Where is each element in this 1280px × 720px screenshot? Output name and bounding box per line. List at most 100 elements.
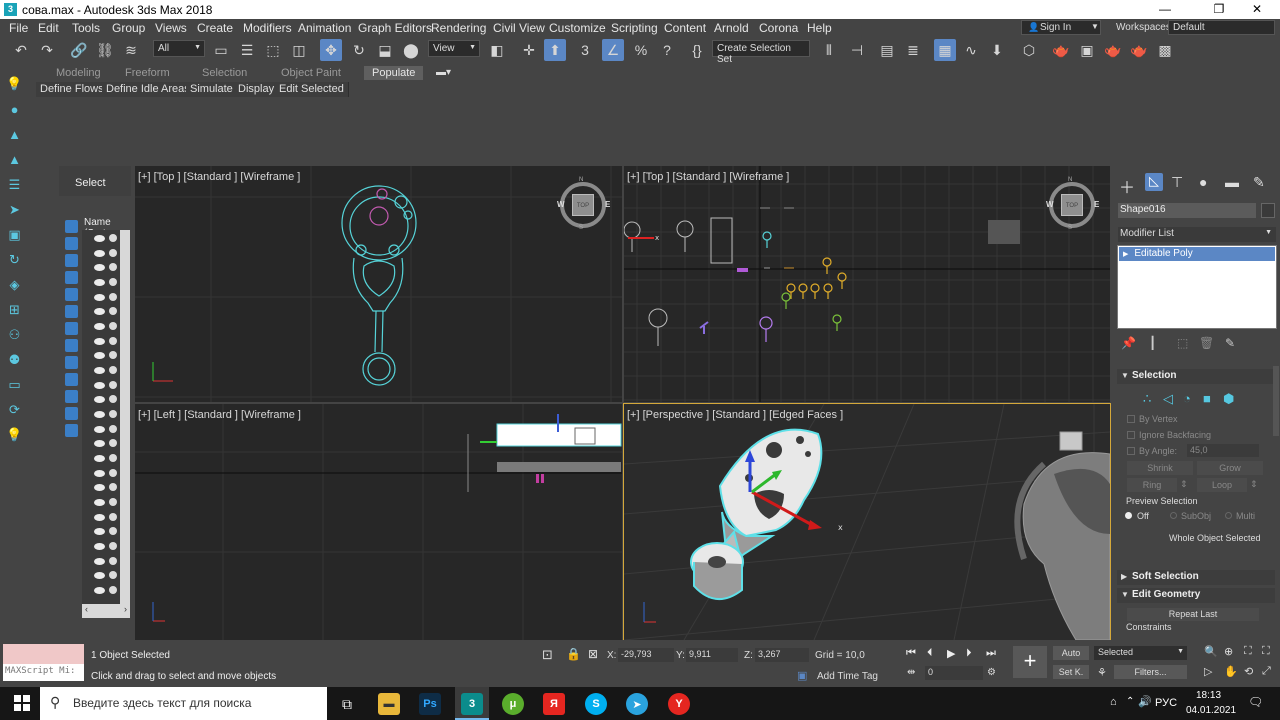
windows-start-icon[interactable] bbox=[14, 695, 30, 711]
previous-frame-icon[interactable]: ⏴ bbox=[927, 647, 933, 660]
person-icon[interactable]: ⚇ bbox=[6, 326, 23, 343]
angle-spinner[interactable]: 45,0 bbox=[1187, 444, 1259, 457]
align-icon[interactable]: ⊣ bbox=[846, 39, 868, 61]
notifications-icon[interactable]: 🗨 bbox=[1248, 695, 1263, 709]
menu-customize[interactable]: Customize bbox=[549, 21, 606, 35]
undo-icon[interactable]: ↶ bbox=[10, 39, 32, 61]
viewcube[interactable]: TOP N S W E bbox=[1046, 177, 1099, 231]
window-icon[interactable]: ▭ bbox=[6, 376, 23, 393]
menu-arnold[interactable]: Arnold bbox=[714, 21, 749, 35]
auto-key-button[interactable]: Auto bbox=[1053, 646, 1089, 660]
edge-icon[interactable]: ◁ bbox=[1163, 391, 1173, 407]
render-active-shade-icon[interactable]: ▩ bbox=[1154, 39, 1176, 61]
menu-graph-editors[interactable]: Graph Editors bbox=[358, 21, 432, 35]
subtab-define-idle-areas[interactable]: Define Idle Areas bbox=[102, 82, 195, 97]
rotate-icon[interactable]: ↻ bbox=[6, 251, 23, 268]
skype-icon[interactable]: S bbox=[585, 693, 607, 715]
box-icon[interactable]: ◈ bbox=[6, 276, 23, 293]
preview-multi-radio[interactable] bbox=[1225, 512, 1232, 519]
ring-button[interactable]: Ring bbox=[1127, 478, 1177, 492]
render-production-icon[interactable]: 🫖 bbox=[1102, 39, 1124, 61]
select-and-place-icon[interactable]: ⬤ bbox=[400, 39, 422, 61]
zoom-extents-icon[interactable]: ⛶ bbox=[1244, 645, 1252, 658]
viewport-label[interactable]: [+] [Left ] [Standard ] [Wireframe ] bbox=[138, 409, 301, 421]
orbit-icon[interactable]: ⟲ bbox=[1244, 665, 1253, 678]
utilities-tab-icon[interactable]: ✎ bbox=[1253, 174, 1265, 191]
mirror-icon[interactable]: ⫴ bbox=[818, 39, 840, 61]
people-icon[interactable]: ⌂ bbox=[1110, 696, 1117, 708]
tray-chevron-icon[interactable]: ⌃ bbox=[1126, 696, 1134, 707]
layer-explorer-icon[interactable]: ≣ bbox=[902, 39, 924, 61]
filter-frozen-icon[interactable] bbox=[65, 390, 78, 403]
expand-arrow-icon[interactable]: ▶ bbox=[1123, 251, 1128, 258]
tab-object-paint[interactable]: Object Paint bbox=[281, 67, 341, 79]
menu-scripting[interactable]: Scripting bbox=[611, 21, 658, 35]
render-iterative-icon[interactable]: 🫖 bbox=[1128, 39, 1150, 61]
filter-groups-icon[interactable] bbox=[65, 322, 78, 335]
minimize-button[interactable]: — bbox=[1142, 0, 1188, 19]
next-frame-icon[interactable]: ⏵ bbox=[966, 647, 972, 660]
viewport-label[interactable]: [+] [Perspective ] [Standard ] [Edged Fa… bbox=[627, 409, 843, 421]
toggle-scene-explorer-icon[interactable]: ▤ bbox=[876, 39, 898, 61]
object-name-field[interactable]: Shape016 bbox=[1118, 203, 1256, 218]
clock-time[interactable]: 18:13 bbox=[1196, 690, 1221, 701]
modifier-list-dropdown[interactable]: Modifier List ▼ bbox=[1118, 227, 1276, 242]
set-key-button[interactable]: + bbox=[1013, 646, 1047, 678]
loop-button[interactable]: Loop bbox=[1197, 478, 1247, 492]
grid-icon[interactable]: ⊞ bbox=[6, 301, 23, 318]
viewport-left[interactable]: [+] [Left ] [Standard ] [Wireframe ] bbox=[135, 404, 622, 640]
maxscript-listener-output[interactable] bbox=[3, 644, 84, 664]
schematic-view-icon[interactable]: ⬇ bbox=[986, 39, 1008, 61]
toggle-ribbon-icon[interactable]: ▦ bbox=[934, 39, 956, 61]
key-filters-button[interactable]: Filters... bbox=[1114, 665, 1187, 679]
helper-icon[interactable]: ▲ bbox=[6, 151, 23, 168]
close-button[interactable]: ✕ bbox=[1234, 0, 1280, 19]
viewcube-face[interactable]: TOP bbox=[572, 194, 594, 216]
viewcube-face[interactable]: TOP bbox=[1061, 194, 1083, 216]
cycle-icon[interactable]: ⟳ bbox=[6, 401, 23, 418]
task-view-icon[interactable]: ⧉ bbox=[336, 693, 358, 715]
explorer-hscrollbar[interactable]: ‹ › bbox=[82, 604, 130, 618]
snaps-toggle-icon[interactable]: 3 bbox=[574, 39, 596, 61]
filter-cameras-icon[interactable] bbox=[65, 271, 78, 284]
menu-views[interactable]: Views bbox=[155, 21, 187, 35]
render-setup-icon[interactable]: 🫖 bbox=[1050, 39, 1072, 61]
viewport-top-left[interactable]: [+] [Top ] [Standard ] [Wireframe ] TOP … bbox=[135, 166, 622, 402]
create-selection-set-dropdown[interactable]: Create Selection Set bbox=[712, 40, 810, 65]
subtab-define-flows[interactable]: Define Flows bbox=[36, 82, 109, 97]
viewport-label[interactable]: [+] [Top ] [Standard ] [Wireframe ] bbox=[138, 171, 300, 183]
unlink-icon[interactable]: ⛓ bbox=[94, 39, 116, 61]
modify-tab-icon[interactable]: ◺ bbox=[1145, 173, 1163, 191]
filter-all-icon[interactable] bbox=[65, 424, 78, 437]
list-icon[interactable]: ☰ bbox=[6, 176, 23, 193]
explorer-list[interactable] bbox=[82, 230, 130, 606]
select-object-icon[interactable]: ▭ bbox=[210, 39, 232, 61]
reference-coordinate-dropdown[interactable]: View ▼ bbox=[428, 40, 480, 57]
explorer-select-menu[interactable]: Select bbox=[75, 177, 106, 189]
menu-civil-view[interactable]: Civil View bbox=[493, 21, 545, 35]
photoshop-icon[interactable]: Ps bbox=[419, 693, 441, 715]
angle-snap-icon[interactable]: ∠ bbox=[602, 39, 624, 61]
subtab-display[interactable]: Display bbox=[234, 82, 280, 97]
zoom-all-icon[interactable]: ⊕ bbox=[1224, 645, 1233, 658]
select-and-move-icon[interactable]: ✥ bbox=[320, 39, 342, 61]
set-key-mode-button[interactable]: Set K. bbox=[1053, 665, 1089, 679]
maximize-viewport-icon[interactable]: ⤢ bbox=[1262, 665, 1271, 678]
subtab-simulate[interactable]: Simulate bbox=[186, 82, 238, 97]
link-icon[interactable]: 🔗 bbox=[68, 39, 90, 61]
modifier-stack[interactable]: ▶ Editable Poly bbox=[1117, 245, 1277, 329]
display-tab-icon[interactable]: ▬ bbox=[1225, 174, 1239, 190]
grow-button[interactable]: Grow bbox=[1197, 461, 1263, 475]
material-editor-icon[interactable]: ⬡ bbox=[1018, 39, 1040, 61]
menu-corona[interactable]: Corona bbox=[759, 21, 798, 35]
x-coordinate-field[interactable]: -29,793 bbox=[618, 648, 674, 662]
viewport-top-right[interactable]: [+] [Top ] [Standard ] [Wireframe ] x TO… bbox=[624, 166, 1110, 402]
bind-spacewarp-icon[interactable]: ≋ bbox=[120, 39, 142, 61]
light-bulb-icon[interactable]: 💡 bbox=[6, 75, 23, 92]
by-vertex-checkbox[interactable] bbox=[1127, 415, 1135, 423]
key-filter-dropdown[interactable]: Selected ▼ bbox=[1094, 646, 1187, 660]
preview-subobj-radio[interactable] bbox=[1170, 512, 1177, 519]
pointer-icon[interactable]: ➤ bbox=[6, 201, 23, 218]
volume-icon[interactable]: 🔊 bbox=[1138, 695, 1152, 708]
stack-item-editable-poly[interactable]: ▶ Editable Poly bbox=[1119, 247, 1275, 261]
